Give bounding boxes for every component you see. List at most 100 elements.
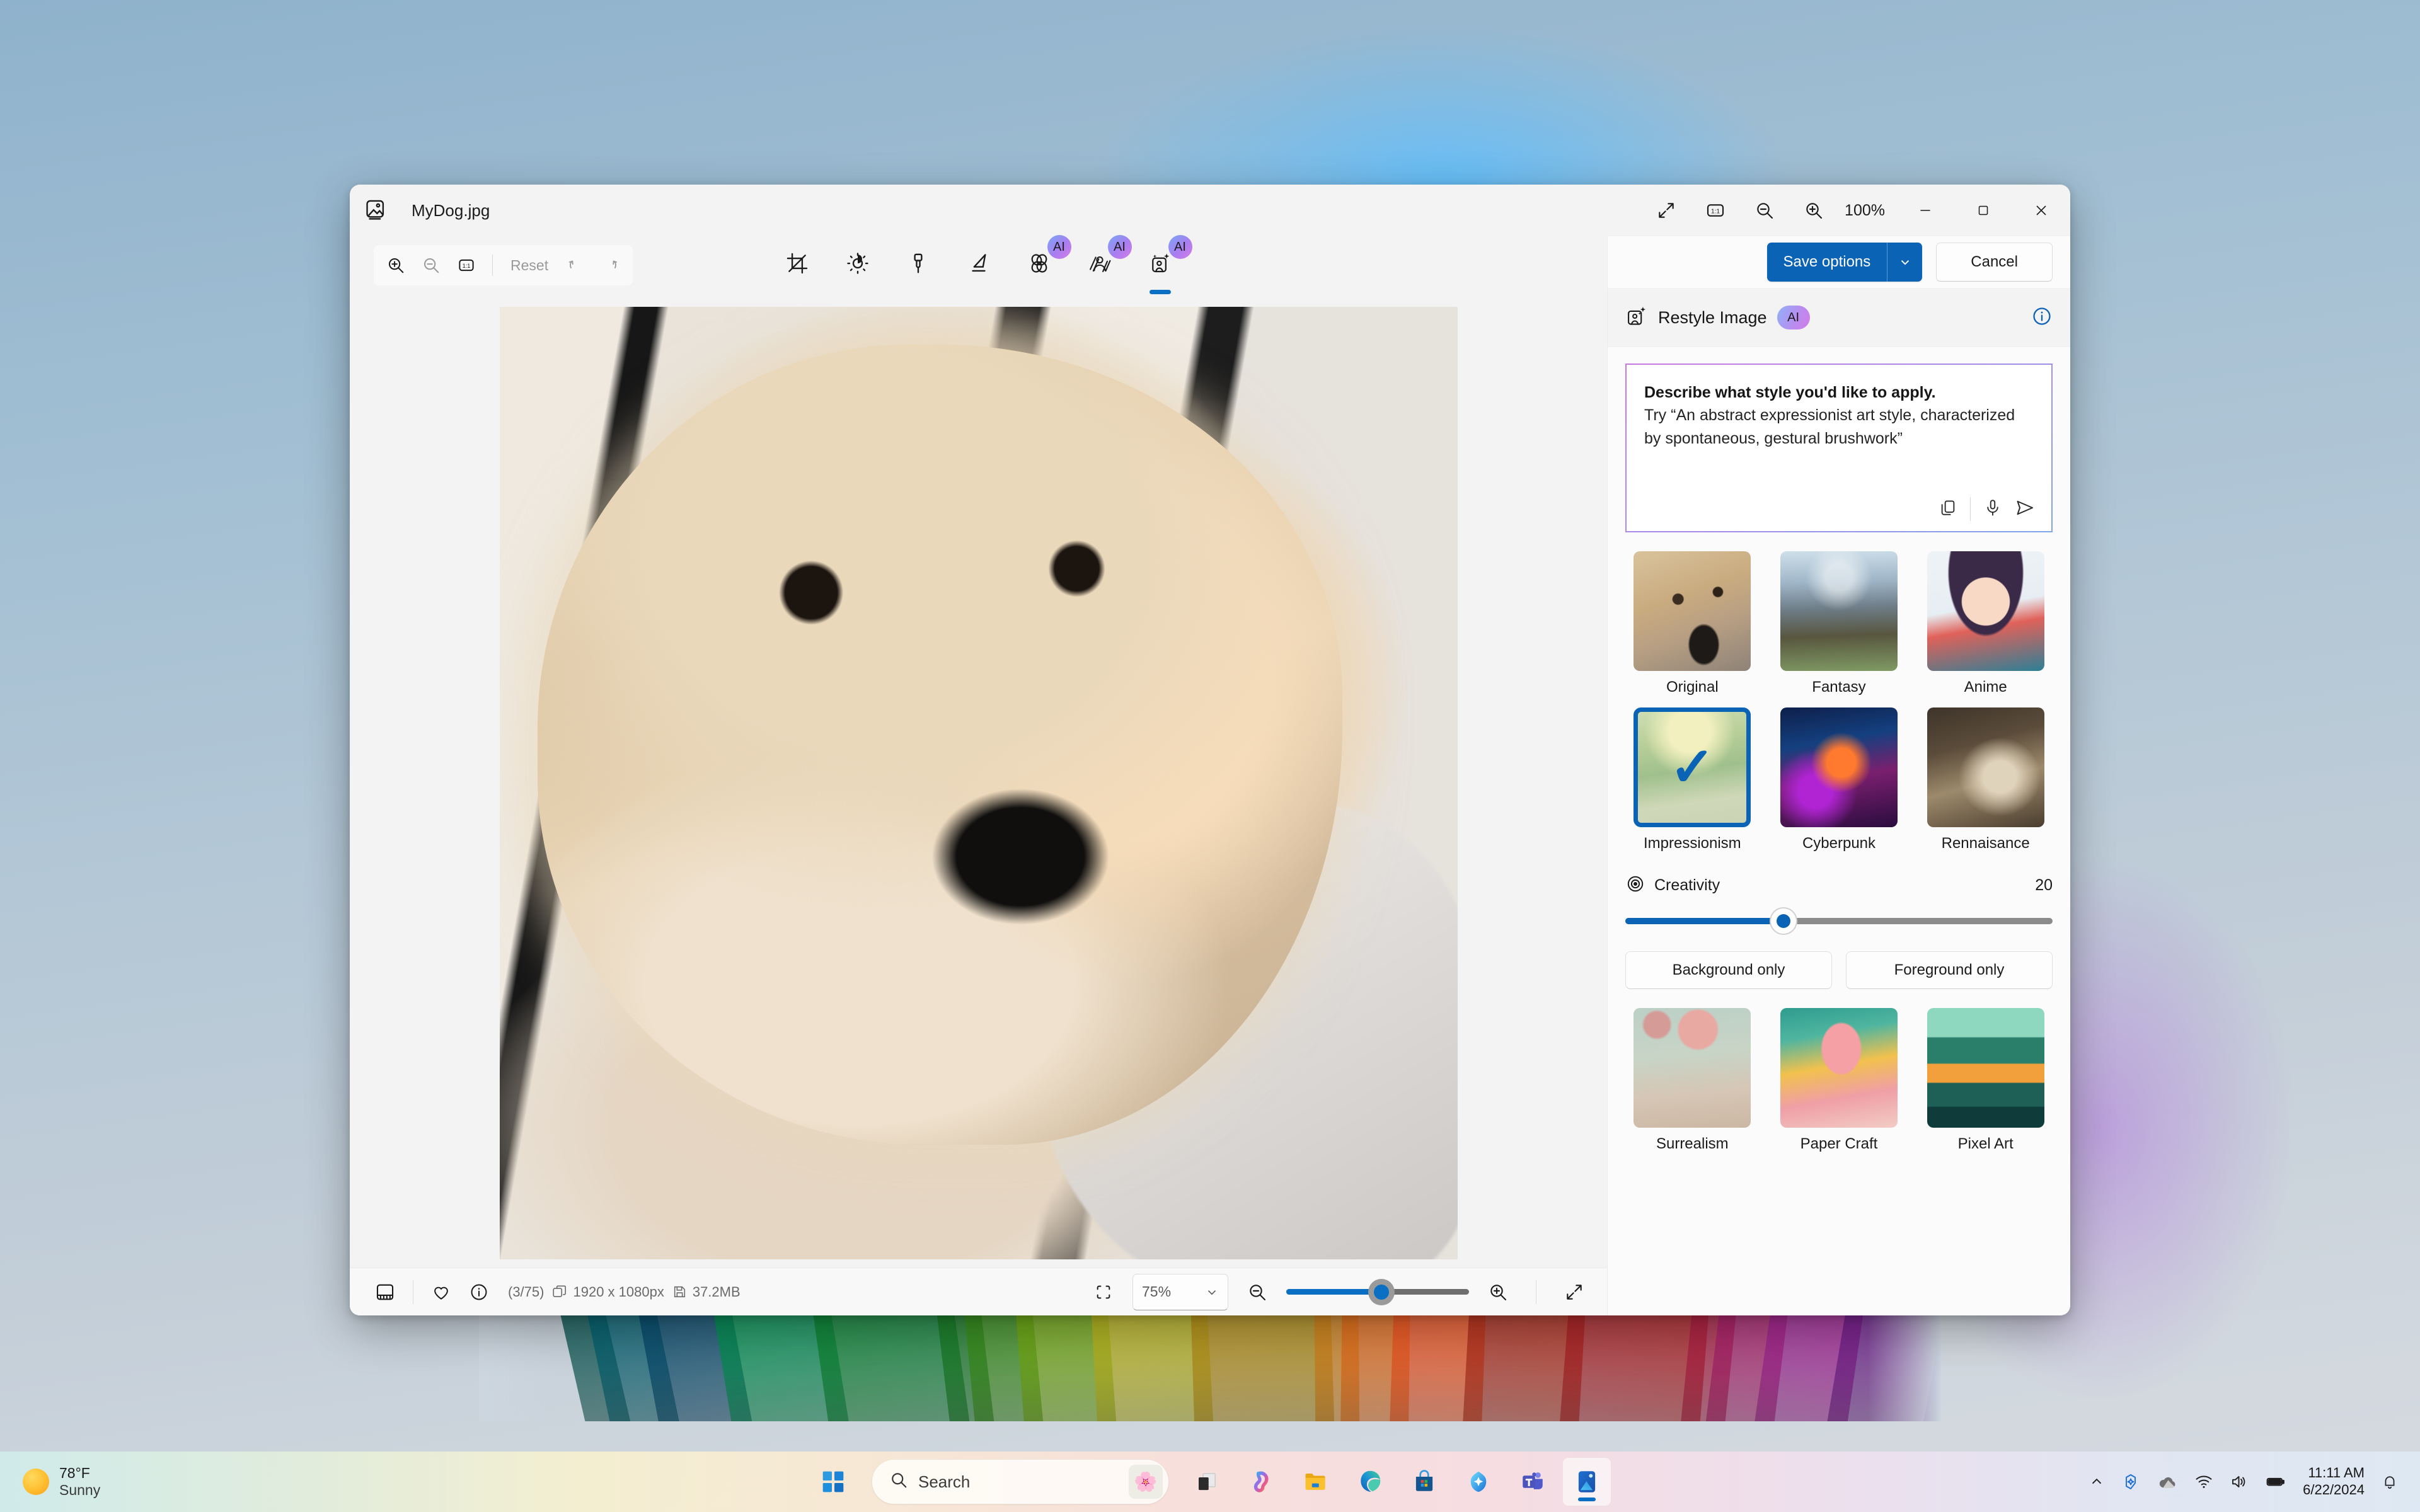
style-presets-grid-bottom: Surrealism Paper Craft Pixel Art [1625, 1008, 2053, 1153]
battery-icon[interactable] [2265, 1471, 2286, 1492]
style-preset-anime[interactable]: Anime [1918, 551, 2053, 696]
window-controls-group: 1:1 100% [1642, 185, 2070, 236]
crop-tool[interactable] [775, 241, 819, 285]
zoom-in-icon[interactable] [379, 248, 413, 282]
filmstrip-icon[interactable] [366, 1274, 404, 1310]
image-canvas[interactable] [350, 294, 1607, 1268]
taskbar-app-microsoft-teams[interactable] [1509, 1458, 1557, 1506]
editor-status-bar: (3/75) 1920 x 1080px 37.2MB 75% [350, 1268, 1607, 1315]
clock-date: 6/22/2024 [2303, 1482, 2365, 1498]
weather-condition: Sunny [59, 1482, 101, 1498]
zoom-controls-group: 1:1 Reset [374, 245, 633, 285]
actual-size-1-1-icon[interactable]: 1:1 [1691, 190, 1740, 231]
foreground-only-button[interactable]: Foreground only [1846, 951, 2053, 989]
save-options-button[interactable]: Save options [1766, 243, 1887, 282]
bell-icon[interactable] [2381, 1473, 2399, 1491]
zoom-level-select[interactable]: 75% [1132, 1273, 1228, 1310]
info-icon[interactable] [460, 1274, 498, 1310]
edited-photo[interactable] [499, 306, 1458, 1259]
prompt-actions [1939, 497, 2035, 521]
actual-size-1-1-icon[interactable]: 1:1 [449, 248, 483, 282]
style-preset-rennaisance[interactable]: Rennaisance [1918, 707, 2053, 852]
taskbar-app-microsoft-edge[interactable] [1346, 1458, 1394, 1506]
blur-background-tool[interactable]: AI [1078, 235, 1132, 285]
ai-badge: AI [1107, 235, 1132, 259]
maximize-button[interactable] [1954, 185, 2012, 236]
chevron-up-icon[interactable] [2089, 1474, 2105, 1490]
erase-objects-tool[interactable]: AI [1017, 235, 1071, 285]
panel-header: Restyle Image AI [1608, 288, 2070, 347]
fullscreen-icon[interactable] [1555, 1274, 1593, 1310]
microphone-icon[interactable] [1983, 498, 2002, 520]
sun-icon [23, 1469, 49, 1495]
undo-icon[interactable] [558, 248, 592, 282]
svg-text:1:1: 1:1 [1711, 208, 1720, 215]
dimensions-text: 1920 x 1080px [573, 1283, 664, 1300]
save-options-split-button[interactable]: Save options [1766, 243, 1923, 282]
style-preset-label: Original [1666, 679, 1719, 696]
creativity-slider[interactable] [1625, 908, 2053, 934]
close-button[interactable] [2012, 185, 2070, 236]
adjustment-tool[interactable] [836, 241, 880, 285]
taskbar-clock[interactable]: 11:11 AM 6/22/2024 [2303, 1465, 2365, 1499]
save-disk-icon [674, 1286, 685, 1298]
style-prompt-input[interactable]: Describe what style you'd like to apply.… [1625, 364, 2053, 532]
restyle-image-tool[interactable]: AI [1138, 235, 1192, 285]
zoom-slider-knob[interactable] [1368, 1278, 1395, 1305]
minimize-button[interactable] [1896, 185, 1954, 236]
zoom-out-icon[interactable] [414, 248, 448, 282]
onedrive-cloud-icon[interactable] [2157, 1471, 2178, 1492]
taskbar-app-task-view[interactable] [1184, 1458, 1231, 1506]
markup-tool[interactable] [957, 241, 1001, 285]
start-button[interactable] [809, 1458, 857, 1506]
info-circle-icon[interactable] [2031, 306, 2053, 330]
filesize-text: 37.2MB [692, 1283, 740, 1300]
zoom-slider[interactable] [1286, 1278, 1469, 1305]
zoom-out-icon[interactable] [1740, 190, 1789, 231]
style-thumbnail [1634, 1008, 1751, 1128]
editing-tools-group: AI AI AI [775, 235, 1192, 285]
image-filesize: 37.2MB [672, 1284, 740, 1300]
zoom-slider-fill [1286, 1289, 1381, 1295]
heart-icon[interactable] [422, 1274, 460, 1310]
taskbar-app-microsoft-store[interactable] [1400, 1458, 1448, 1506]
style-preset-cyberpunk[interactable]: Cyberpunk [1772, 707, 1906, 852]
style-preset-fantasy[interactable]: Fantasy [1772, 551, 1906, 696]
reset-button[interactable]: Reset [502, 257, 557, 274]
redo-icon[interactable] [594, 248, 628, 282]
style-preset-original[interactable]: Original [1625, 551, 1760, 696]
zoom-in-icon[interactable] [1789, 190, 1838, 231]
fit-to-window-icon[interactable] [1642, 190, 1691, 231]
speaker-icon[interactable] [2230, 1472, 2249, 1491]
style-preset-paper-craft[interactable]: Paper Craft [1772, 1008, 1906, 1153]
lotus-flower-icon[interactable]: 🌸 [1129, 1465, 1163, 1499]
taskbar-app-photos[interactable] [1563, 1458, 1611, 1506]
filters-tool[interactable] [896, 241, 940, 285]
taskbar-app-designer[interactable] [1455, 1458, 1502, 1506]
ai-badge: AI [1777, 306, 1810, 329]
panel-content: Describe what style you'd like to apply.… [1608, 347, 2070, 1315]
search-input[interactable]: Search 🌸 [872, 1460, 1168, 1504]
restyle-image-icon [1625, 305, 1648, 331]
weather-widget[interactable]: 78°F Sunny [0, 1458, 112, 1506]
ai-badge: AI [1047, 235, 1071, 259]
wifi-icon[interactable] [2194, 1472, 2213, 1491]
copy-icon[interactable] [1939, 498, 1957, 520]
zoom-in-icon[interactable] [1479, 1274, 1517, 1310]
save-options-chevron-down-icon[interactable] [1887, 243, 1923, 282]
style-preset-pixel-art[interactable]: Pixel Art [1918, 1008, 2053, 1153]
taskbar-app-copilot[interactable] [1238, 1458, 1286, 1506]
send-icon[interactable] [2015, 498, 2035, 521]
background-only-button[interactable]: Background only [1625, 951, 1832, 989]
style-preset-surrealism[interactable]: Surrealism [1625, 1008, 1760, 1153]
style-thumbnail: ✓ [1634, 707, 1751, 827]
image-editor-area: 1:1 Reset AI AI AI (3/75) 1920 x 1080px … [350, 235, 1607, 1315]
copilot-tray-icon[interactable] [2121, 1472, 2140, 1491]
style-thumbnail [1780, 707, 1898, 827]
zoom-out-icon[interactable] [1238, 1274, 1276, 1310]
cancel-button[interactable]: Cancel [1936, 243, 2053, 282]
fit-to-screen-icon[interactable] [1085, 1274, 1122, 1310]
style-preset-impressionism[interactable]: ✓ Impressionism [1625, 707, 1760, 852]
creativity-slider-knob[interactable] [1770, 908, 1796, 934]
taskbar-app-file-explorer[interactable] [1292, 1458, 1340, 1506]
